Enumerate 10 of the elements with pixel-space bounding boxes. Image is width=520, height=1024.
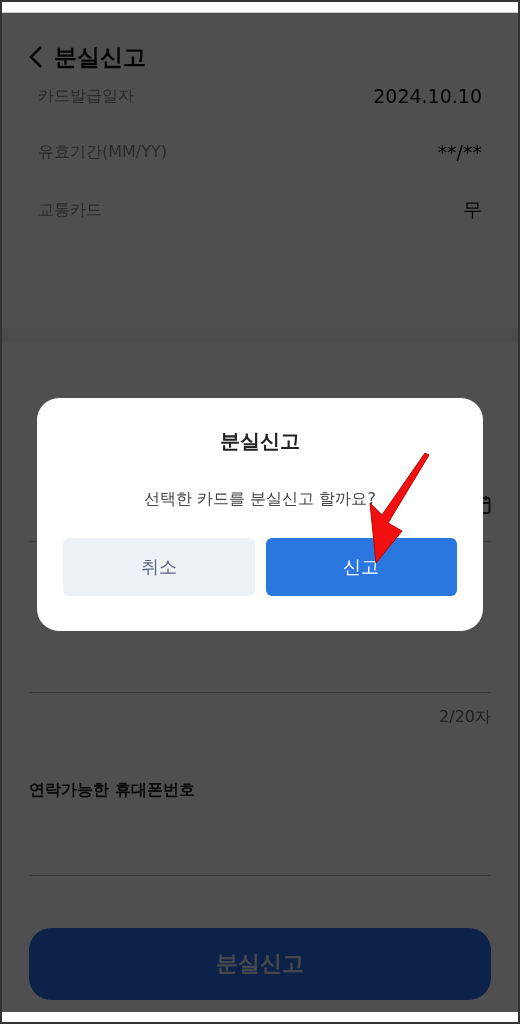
dialog-message: 선택한 카드를 분실신고 할까요? bbox=[144, 489, 376, 510]
info-value: 2024.10.10 bbox=[373, 85, 482, 107]
cancel-button[interactable]: 취소 bbox=[63, 538, 255, 596]
back-icon[interactable] bbox=[28, 45, 44, 69]
confirm-button[interactable]: 신고 bbox=[265, 538, 457, 596]
phone-label: 연락가능한 휴대폰번호 bbox=[29, 780, 196, 801]
info-value: **/** bbox=[437, 141, 482, 163]
page-title: 분실신고 bbox=[54, 42, 146, 72]
info-value: 무 bbox=[463, 197, 482, 222]
dialog-title: 분실신고 bbox=[220, 428, 300, 455]
